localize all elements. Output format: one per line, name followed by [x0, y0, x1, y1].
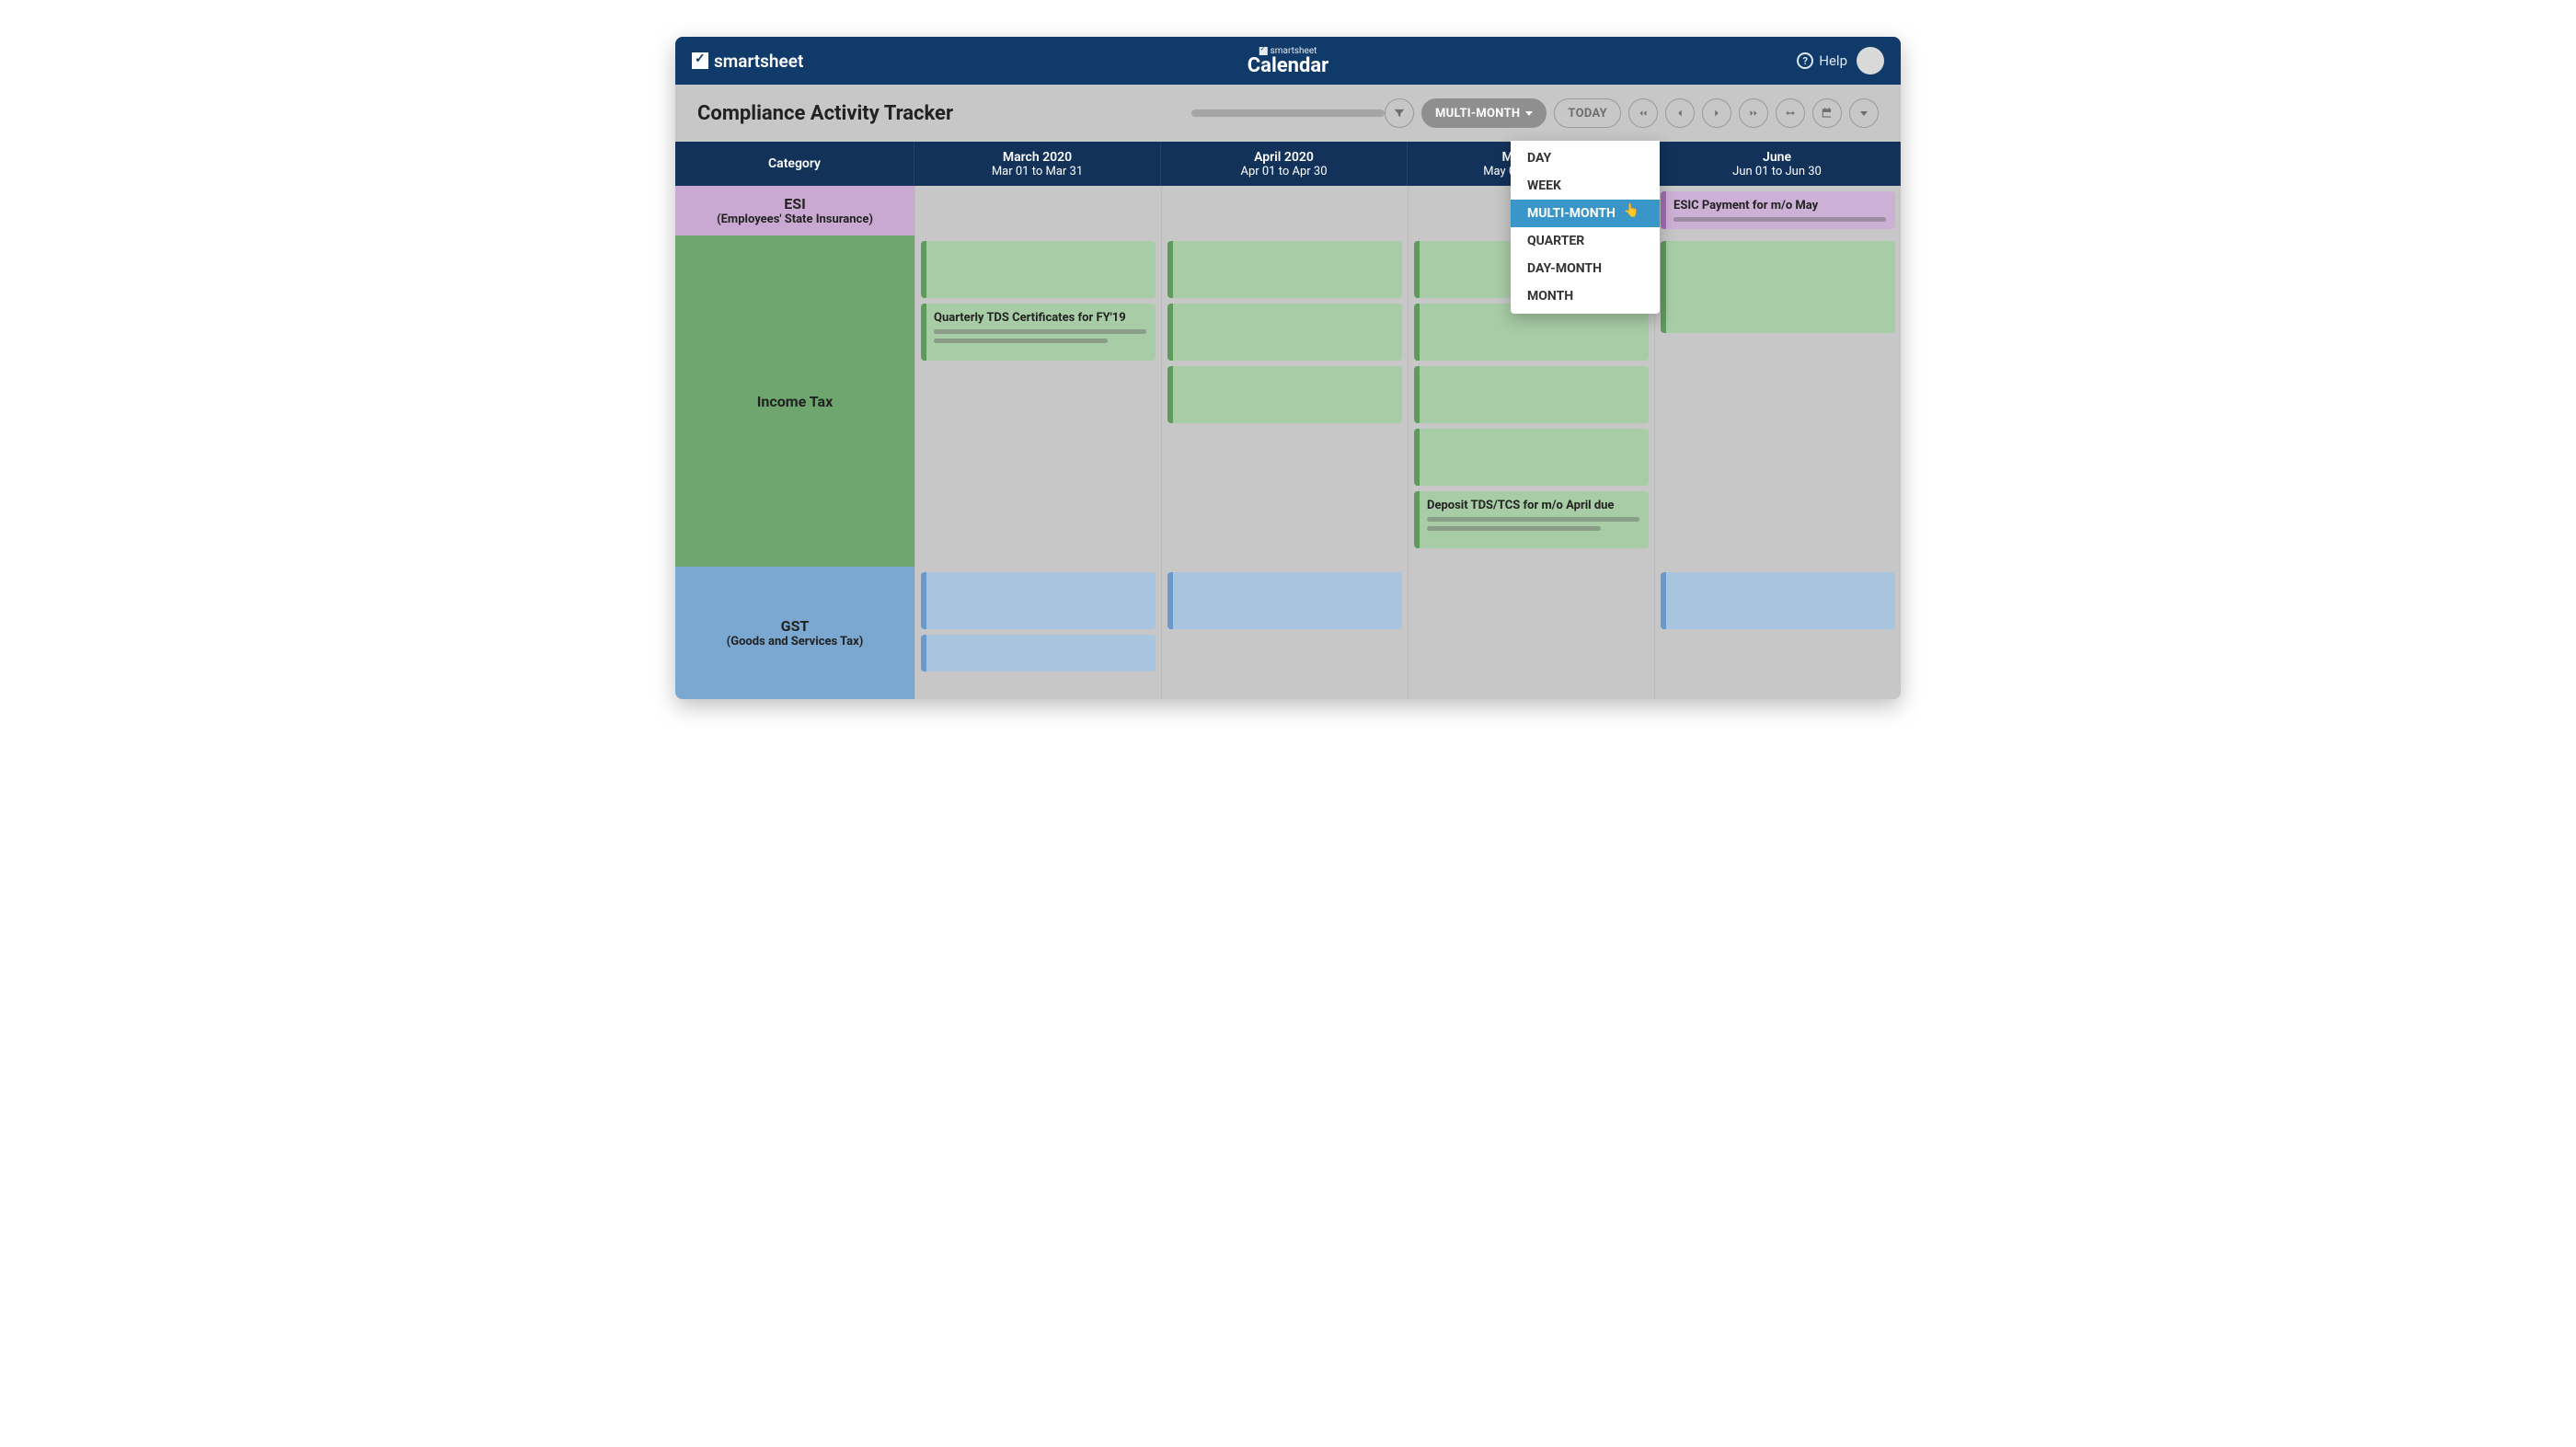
- dropdown-item-week[interactable]: WEEK: [1511, 172, 1660, 200]
- date-picker-button[interactable]: [1812, 98, 1842, 128]
- event-placeholder[interactable]: x: [921, 635, 1156, 672]
- dropdown-item-quarter[interactable]: QUARTER: [1511, 227, 1660, 255]
- cell-income-april[interactable]: x x x: [1161, 235, 1408, 567]
- dropdown-item-day[interactable]: DAY: [1511, 144, 1660, 172]
- help-icon: ?: [1797, 52, 1813, 69]
- help-button[interactable]: ? Help: [1797, 52, 1847, 69]
- event-placeholder[interactable]: x: [1414, 366, 1649, 423]
- top-nav-bar: smartsheet smartsheet Calendar ? Help: [675, 37, 1901, 85]
- mini-check-icon: [1259, 47, 1268, 55]
- app-window: smartsheet smartsheet Calendar ? Help Co…: [675, 37, 1901, 699]
- more-menu-button[interactable]: [1849, 98, 1879, 128]
- cell-gst-april[interactable]: x: [1161, 567, 1408, 699]
- nav-next-button[interactable]: [1702, 98, 1731, 128]
- chevron-left-icon: [1673, 107, 1686, 120]
- cell-gst-march[interactable]: x x: [914, 567, 1161, 699]
- event-placeholder[interactable]: x: [1167, 366, 1402, 423]
- cell-gst-june[interactable]: x: [1654, 567, 1901, 699]
- help-label: Help: [1819, 52, 1847, 69]
- caret-down-icon: [1860, 111, 1868, 116]
- app-name: Calendar: [1248, 56, 1328, 76]
- event-placeholder[interactable]: x: [1661, 572, 1895, 629]
- event-deposit-tds-april[interactable]: Deposit TDS/TCS for m/o April due: [1414, 491, 1649, 548]
- today-button[interactable]: TODAY: [1554, 98, 1621, 128]
- col-header-april: April 2020 Apr 01 to Apr 30: [1161, 142, 1408, 186]
- view-dropdown: DAY WEEK MULTI-MONTH 👆 QUARTER DAY-MONTH…: [1511, 141, 1660, 314]
- nav-prev-button[interactable]: [1665, 98, 1695, 128]
- calendar-icon: [1821, 107, 1834, 120]
- loading-bar: [1191, 109, 1385, 117]
- view-selector-label: MULTI-MONTH: [1435, 107, 1520, 121]
- filter-button[interactable]: [1385, 98, 1414, 128]
- dropdown-item-daymonth[interactable]: DAY-MONTH: [1511, 255, 1660, 282]
- cell-esi-april[interactable]: [1161, 186, 1408, 235]
- caret-down-icon: [1525, 111, 1533, 116]
- cell-esi-june[interactable]: ESIC Payment for m/o May: [1654, 186, 1901, 235]
- category-esi: ESI (Employees' State Insurance): [675, 186, 914, 235]
- arrows-horizontal-icon: [1784, 107, 1797, 120]
- event-placeholder[interactable]: x: [1167, 241, 1402, 298]
- event-placeholder[interactable]: x: [921, 241, 1156, 298]
- cell-income-june[interactable]: x: [1654, 235, 1901, 567]
- brand-text: smartsheet: [714, 51, 803, 72]
- calendar-grid: Category March 2020 Mar 01 to Mar 31 Apr…: [675, 142, 1901, 699]
- app-mini-brand: smartsheet: [1248, 46, 1328, 56]
- col-header-category: Category: [675, 142, 914, 186]
- event-placeholder[interactable]: x: [1661, 241, 1895, 333]
- page-title: Compliance Activity Tracker: [697, 102, 953, 125]
- event-placeholder[interactable]: x: [1167, 304, 1402, 361]
- brand-logo[interactable]: smartsheet: [692, 51, 803, 72]
- cell-esi-march[interactable]: [914, 186, 1161, 235]
- col-header-june: June Jun 01 to Jun 30: [1654, 142, 1901, 186]
- chevron-right-icon: [1710, 107, 1723, 120]
- col-header-march: March 2020 Mar 01 to Mar 31: [914, 142, 1161, 186]
- event-placeholder[interactable]: x: [1414, 429, 1649, 486]
- topbar-right: ? Help: [1797, 47, 1884, 75]
- smartsheet-check-icon: [692, 52, 708, 69]
- event-placeholder[interactable]: x: [921, 572, 1156, 629]
- event-tds-certificates-fy19[interactable]: Quarterly TDS Certificates for FY'19: [921, 304, 1156, 361]
- toolbar: Compliance Activity Tracker MULTI-MONTH …: [675, 85, 1901, 142]
- event-placeholder[interactable]: x: [1167, 572, 1402, 629]
- chevrons-left-icon: [1637, 107, 1650, 120]
- cell-gst-may[interactable]: [1408, 567, 1654, 699]
- fit-width-button[interactable]: [1776, 98, 1805, 128]
- user-avatar[interactable]: [1857, 47, 1884, 75]
- event-esic-payment-may[interactable]: ESIC Payment for m/o May: [1661, 191, 1895, 229]
- cell-income-march[interactable]: x Quarterly TDS Certificates for FY'19: [914, 235, 1161, 567]
- category-gst: GST (Goods and Services Tax): [675, 567, 914, 699]
- toolbar-controls: MULTI-MONTH TODAY: [1385, 98, 1879, 128]
- category-income-tax: Income Tax: [675, 235, 914, 567]
- chevrons-right-icon: [1747, 107, 1760, 120]
- dropdown-item-month[interactable]: MONTH: [1511, 282, 1660, 310]
- nav-last-button[interactable]: [1739, 98, 1768, 128]
- cursor-pointer-icon: 👆: [1624, 203, 1639, 218]
- filter-icon: [1393, 107, 1406, 120]
- dropdown-item-multimonth[interactable]: MULTI-MONTH 👆: [1511, 200, 1660, 227]
- app-title-block: smartsheet Calendar: [1248, 46, 1328, 76]
- nav-first-button[interactable]: [1628, 98, 1658, 128]
- view-selector-button[interactable]: MULTI-MONTH: [1421, 98, 1547, 128]
